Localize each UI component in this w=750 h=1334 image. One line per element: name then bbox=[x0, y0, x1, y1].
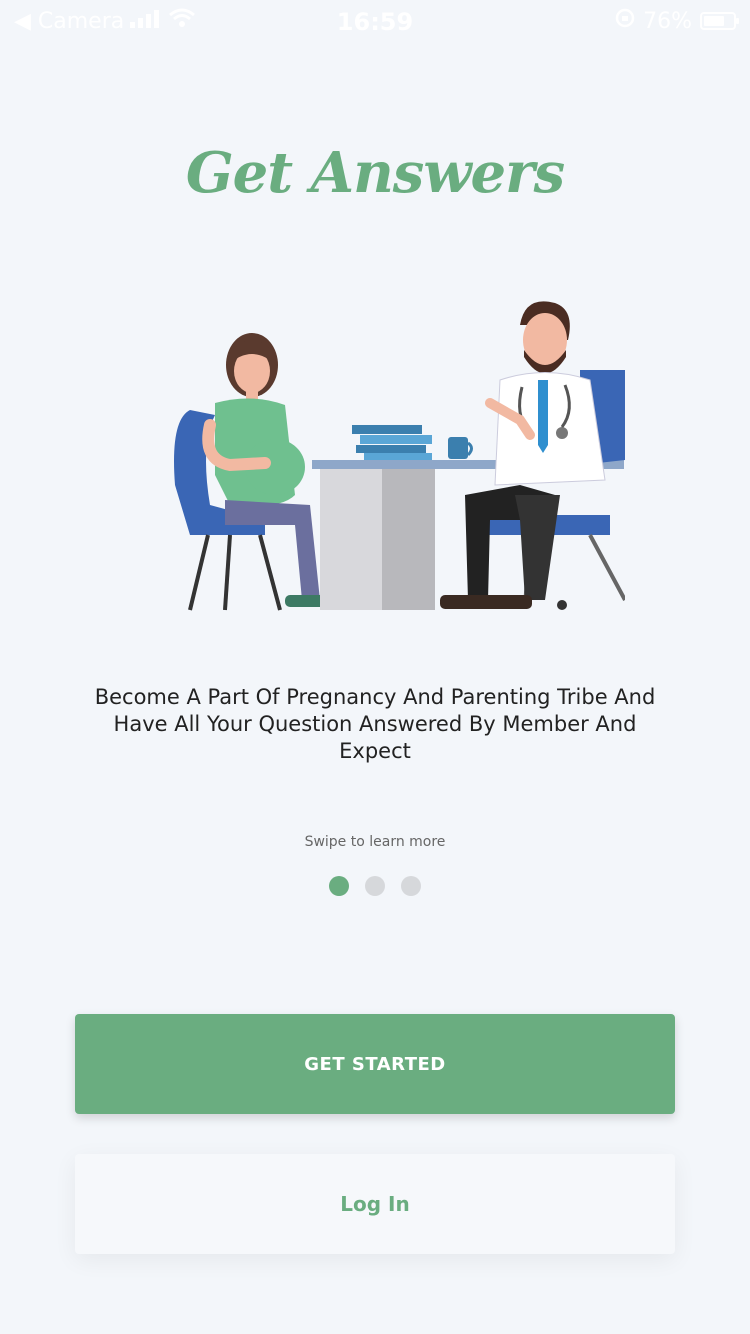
page-dot-2[interactable] bbox=[365, 876, 385, 896]
swipe-hint: Swipe to learn more bbox=[304, 834, 446, 850]
doctor-consultation-illustration bbox=[170, 295, 627, 615]
status-right: 76% bbox=[615, 8, 739, 34]
page-dot-3[interactable] bbox=[401, 876, 421, 896]
pagination-dots[interactable] bbox=[0, 876, 750, 896]
get-started-button[interactable]: GET STARTED bbox=[75, 1014, 675, 1114]
battery-percent: 76% bbox=[643, 8, 692, 34]
battery-icon bbox=[700, 12, 739, 30]
rotation-lock-icon bbox=[615, 8, 635, 34]
page-dot-1[interactable] bbox=[329, 876, 349, 896]
battery-fill bbox=[704, 16, 724, 26]
log-in-button[interactable]: Log In bbox=[75, 1154, 675, 1254]
onboarding-description: Become A Part Of Pregnancy And Parenting… bbox=[94, 685, 656, 763]
page-title: Get Answers bbox=[185, 140, 565, 206]
status-bar: ◀ Camera 16:59 76% bbox=[0, 0, 750, 40]
